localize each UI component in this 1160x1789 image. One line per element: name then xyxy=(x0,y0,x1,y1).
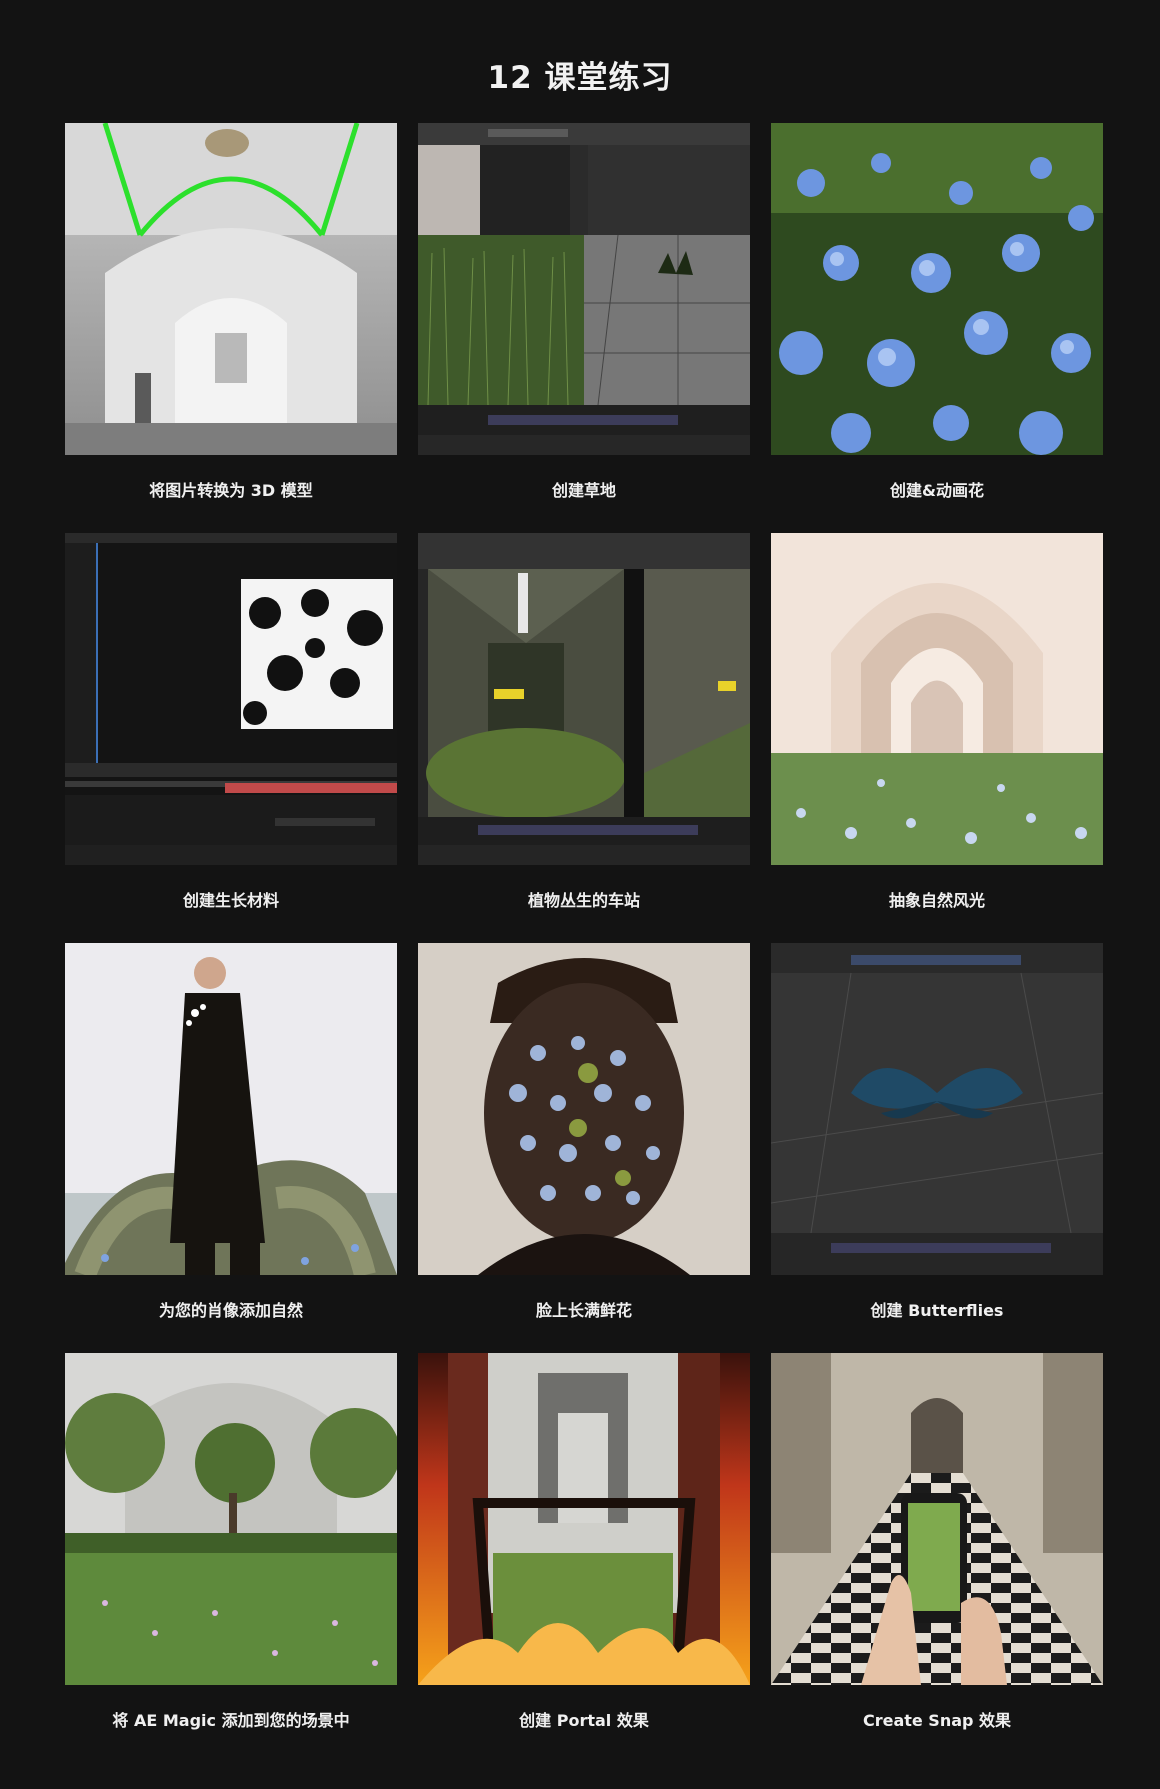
lesson-card[interactable]: Create Snap 效果 xyxy=(771,1353,1103,1763)
lesson-caption: 创建生长材料 xyxy=(182,891,279,910)
lesson-caption: 植物丛生的车站 xyxy=(527,891,640,910)
lesson-caption: 脸上长满鲜花 xyxy=(535,1301,632,1320)
growth-material-screenshot[interactable] xyxy=(65,533,397,865)
blue-flowers-image[interactable] xyxy=(771,123,1103,455)
flower-face-image[interactable] xyxy=(418,943,750,1275)
portrait-nature-image[interactable] xyxy=(65,943,397,1275)
lesson-card[interactable]: 创建草地 xyxy=(418,123,750,533)
lesson-caption: 将图片转换为 3D 模型 xyxy=(149,481,313,500)
lesson-card[interactable]: 将图片转换为 3D 模型 xyxy=(65,123,397,533)
arches-landscape-image[interactable] xyxy=(771,533,1103,865)
lesson-card[interactable]: 为您的肖像添加自然 xyxy=(65,943,397,1353)
lesson-card[interactable]: 创建生长材料 xyxy=(65,533,397,943)
lesson-card[interactable]: 植物丛生的车站 xyxy=(418,533,750,943)
lesson-card[interactable]: 脸上长满鲜花 xyxy=(418,943,750,1353)
overgrown-station-screenshot[interactable] xyxy=(418,533,750,865)
garden-hall-image[interactable] xyxy=(65,1353,397,1685)
page-title: 12 课堂练习 xyxy=(487,60,673,96)
lesson-caption: 创建草地 xyxy=(551,481,616,500)
lesson-caption: 创建&动画花 xyxy=(890,481,984,500)
lesson-card[interactable]: 创建 Butterflies xyxy=(771,943,1103,1353)
lesson-card[interactable]: 抽象自然风光 xyxy=(771,533,1103,943)
grass-software-screenshot[interactable] xyxy=(418,123,750,455)
cathedral-interior-image[interactable] xyxy=(65,123,397,455)
lesson-grid: 将图片转换为 3D 模型 创建草地 创建&动画花 创建生长材料 植物丛生的车站 … xyxy=(65,123,1103,1763)
lesson-caption: 创建 Butterflies xyxy=(870,1301,1004,1320)
phone-checker-hall-image[interactable] xyxy=(771,1353,1103,1685)
lesson-caption: 抽象自然风光 xyxy=(888,891,985,910)
portal-bridge-image[interactable] xyxy=(418,1353,750,1685)
lesson-card[interactable]: 创建&动画花 xyxy=(771,123,1103,533)
lesson-caption: Create Snap 效果 xyxy=(862,1711,1012,1730)
lesson-card[interactable]: 创建 Portal 效果 xyxy=(418,1353,750,1763)
lesson-caption: 创建 Portal 效果 xyxy=(519,1711,649,1730)
lesson-caption: 为您的肖像添加自然 xyxy=(158,1301,303,1320)
butterfly-viewport-screenshot[interactable] xyxy=(771,943,1103,1275)
lesson-caption: 将 AE Magic 添加到您的场景中 xyxy=(112,1711,350,1730)
lesson-card[interactable]: 将 AE Magic 添加到您的场景中 xyxy=(65,1353,397,1763)
